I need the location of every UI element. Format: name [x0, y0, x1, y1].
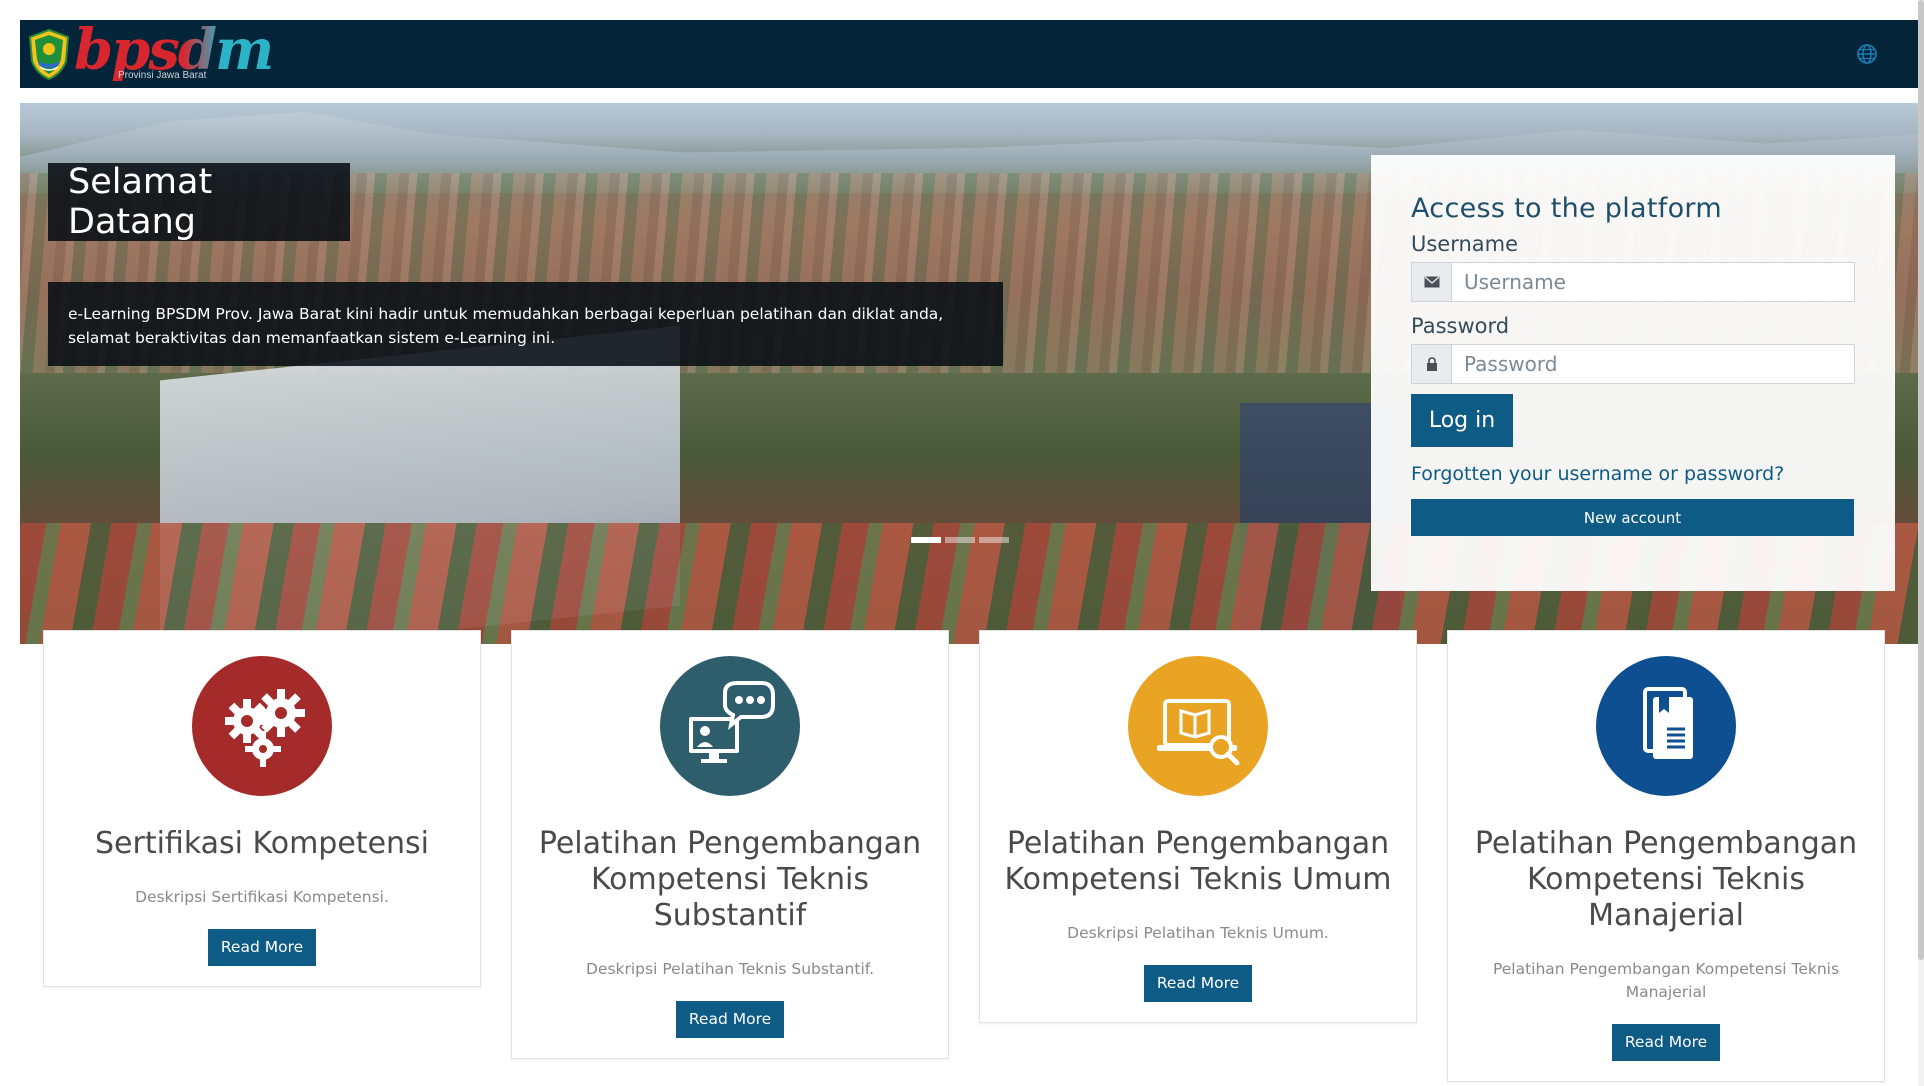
card-teknis-umum: Pelatihan Pengembangan Kompetensi Teknis… [979, 630, 1417, 1023]
carousel-indicators [911, 537, 1009, 543]
login-title: Access to the platform [1411, 193, 1722, 224]
username-input-group [1411, 262, 1855, 302]
password-input-group [1411, 344, 1855, 384]
page-scrollbar[interactable] [1918, 0, 1924, 1086]
card-description: Pelatihan Pengembangan Kompetensi Teknis… [1492, 960, 1840, 1001]
hero-description: e-Learning BPSDM Prov. Jawa Barat kini h… [68, 305, 944, 347]
password-input[interactable] [1452, 345, 1854, 383]
carousel-indicator-2[interactable] [945, 537, 975, 543]
login-button[interactable]: Log in [1411, 394, 1513, 447]
scrollbar-thumb[interactable] [1918, 0, 1924, 960]
username-label: Username [1411, 232, 1519, 256]
username-input[interactable] [1452, 263, 1854, 301]
card-sertifikasi: Sertifikasi Kompetensi Deskripsi Sertifi… [43, 630, 481, 987]
new-account-button[interactable]: New account [1411, 499, 1854, 536]
hero-description-box: e-Learning BPSDM Prov. Jawa Barat kini h… [48, 282, 1003, 366]
west-java-emblem-icon [28, 28, 70, 81]
document-icon [1596, 656, 1736, 796]
carousel-indicator-1[interactable] [911, 537, 941, 543]
online-training-icon [660, 656, 800, 796]
read-more-button[interactable]: Read More [207, 929, 317, 966]
forgot-password-link[interactable]: Forgotten your username or password? [1411, 463, 1855, 485]
lock-icon [1412, 345, 1452, 383]
login-panel: Access to the platform Username Password… [1371, 155, 1895, 591]
read-more-button[interactable]: Read More [675, 1001, 785, 1038]
site-logo[interactable]: bpsdm Provinsi Jawa Barat [26, 17, 274, 88]
card-title: Sertifikasi Kompetensi [94, 826, 429, 861]
read-more-button[interactable]: Read More [1611, 1024, 1721, 1061]
gears-icon [192, 656, 332, 796]
card-description: Deskripsi Sertifikasi Kompetensi. [135, 888, 389, 906]
ebook-search-icon [1128, 656, 1268, 796]
card-title: Pelatihan Pengembangan Kompetensi Teknis… [1474, 826, 1858, 933]
navbar: bpsdm Provinsi Jawa Barat [20, 17, 1918, 88]
envelope-icon [1412, 263, 1452, 301]
hero-title-box: Selamat Datang [48, 162, 350, 242]
password-label: Password [1411, 314, 1510, 338]
read-more-button[interactable]: Read More [1143, 965, 1253, 1002]
card-title: Pelatihan Pengembangan Kompetensi Teknis… [1004, 826, 1392, 897]
carousel-indicator-3[interactable] [979, 537, 1009, 543]
card-teknis-manajerial: Pelatihan Pengembangan Kompetensi Teknis… [1447, 630, 1885, 1082]
card-title: Pelatihan Pengembangan Kompetensi Teknis… [538, 826, 922, 933]
logo-subtitle: Provinsi Jawa Barat [118, 70, 207, 81]
card-description: Deskripsi Pelatihan Teknis Umum. [1067, 924, 1329, 942]
card-teknis-substantif: Pelatihan Pengembangan Kompetensi Teknis… [511, 630, 949, 1059]
card-description: Deskripsi Pelatihan Teknis Substantif. [585, 960, 875, 978]
hero-title: Selamat Datang [68, 162, 213, 242]
globe-icon[interactable] [1856, 43, 1878, 65]
